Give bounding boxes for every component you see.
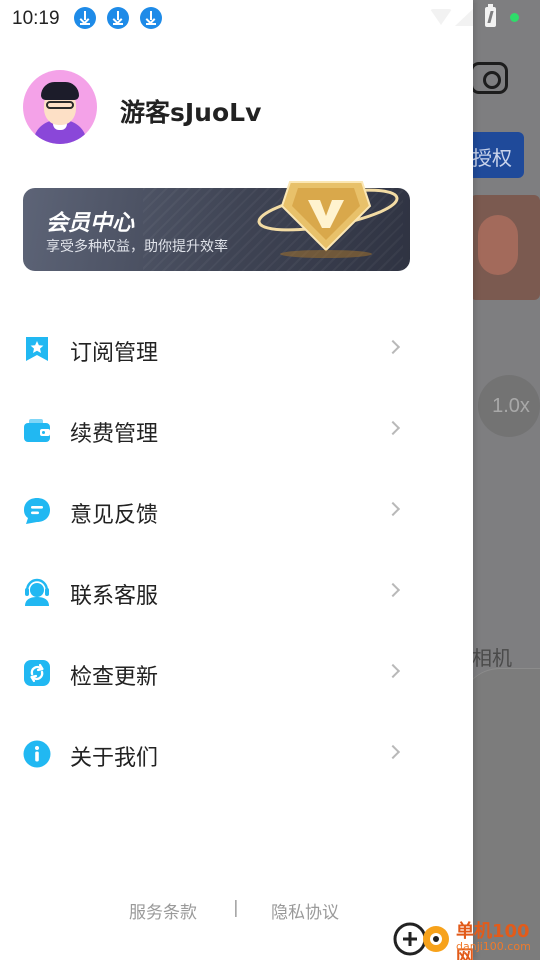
status-bar: 10:19: [0, 0, 540, 36]
bookmark-star-icon: [26, 337, 48, 361]
wallet-icon: [24, 419, 50, 442]
refresh-update-icon: [24, 660, 50, 686]
menu-item-label: 关于我们: [70, 746, 159, 771]
status-time: 10:19: [12, 8, 60, 29]
promo-image: [470, 195, 540, 300]
navigation-drawer: 游客sJuoLv 会员中心 享受多种权益，助你提升效率 订阅管理 续费管理 意见…: [0, 0, 473, 960]
signal-icon: [455, 9, 473, 26]
menu-item-label: 意见反馈: [70, 503, 159, 528]
chevron-right-icon: [385, 339, 401, 355]
menu-item-label: 联系客服: [70, 584, 159, 609]
footer-separator: |: [233, 898, 239, 918]
terms-of-service-link[interactable]: 服务条款: [129, 898, 197, 923]
chevron-right-icon: [385, 663, 401, 679]
camera-label: 相机: [472, 646, 512, 670]
watermark-text: 单机100网: [456, 921, 530, 960]
wifi-icon: [430, 9, 452, 25]
download-icon: [140, 7, 162, 29]
vip-card-title: 会员中心: [46, 211, 135, 236]
menu-item-customer-service[interactable]: 联系客服: [0, 552, 473, 633]
menu-item-label: 续费管理: [70, 422, 159, 447]
camera-switch-icon: [470, 62, 508, 94]
menu-item-subscription[interactable]: 订阅管理: [0, 309, 473, 390]
vip-card-subtitle: 享受多种权益，助你提升效率: [46, 239, 228, 255]
headset-agent-icon: [25, 578, 49, 606]
menu-item-label: 检查更新: [70, 665, 159, 690]
vip-badge-icon: [257, 181, 399, 258]
username[interactable]: 游客sJuoLv: [120, 93, 261, 129]
privacy-indicator-dot: [510, 13, 519, 22]
chevron-right-icon: [385, 420, 401, 436]
chevron-right-icon: [385, 744, 401, 760]
watermark-url: danji100.com: [456, 940, 531, 953]
info-icon: [23, 740, 51, 768]
menu-item-label: 订阅管理: [70, 341, 159, 366]
menu-item-about[interactable]: 关于我们: [0, 714, 473, 795]
feedback-chat-icon: [24, 498, 50, 524]
menu-item-renewal[interactable]: 续费管理: [0, 390, 473, 471]
avatar[interactable]: [23, 70, 97, 144]
chevron-right-icon: [385, 501, 401, 517]
privacy-policy-link[interactable]: 隐私协议: [271, 898, 339, 923]
battery-icon: [485, 4, 496, 27]
playback-speed-button: 1.0x: [478, 375, 540, 437]
menu-item-check-update[interactable]: 检查更新: [0, 633, 473, 714]
watermark: 单机100网 danji100.com: [390, 915, 540, 960]
chevron-right-icon: [385, 582, 401, 598]
menu-item-feedback[interactable]: 意见反馈: [0, 471, 473, 552]
download-icon: [74, 7, 96, 29]
watermark-logo-icon: [393, 922, 449, 956]
download-icon: [107, 7, 129, 29]
